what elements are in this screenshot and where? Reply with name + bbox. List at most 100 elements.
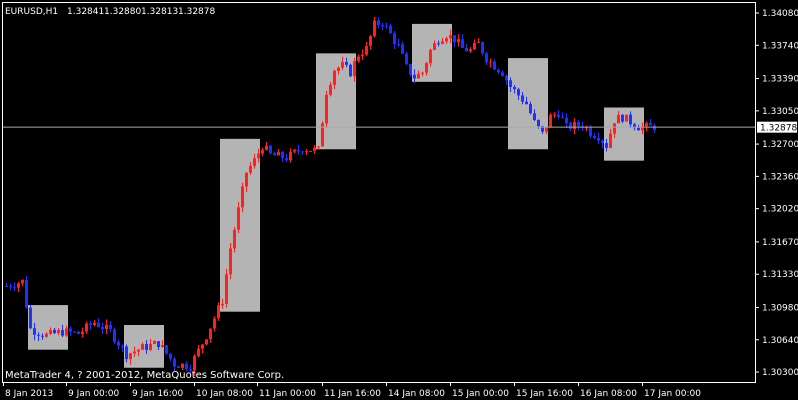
candle-body xyxy=(85,323,88,332)
candle-body xyxy=(589,127,592,137)
candle-body xyxy=(269,145,272,154)
copyright-text: MetaTrader 4, ? 2001-2012, MetaQuotes So… xyxy=(5,370,284,381)
candle-body xyxy=(425,63,428,73)
candle-body xyxy=(237,207,240,230)
candle-body xyxy=(309,150,312,152)
candle-body xyxy=(333,70,336,85)
candle-body xyxy=(317,146,320,148)
candle-body xyxy=(9,286,12,288)
close-value: 1.32878 xyxy=(178,7,215,17)
y-tick-label: 1.33740 xyxy=(762,41,798,51)
candle-body xyxy=(285,158,288,161)
candle-body xyxy=(329,84,332,95)
candle-body xyxy=(489,61,492,63)
candle-body xyxy=(557,114,560,117)
candle-body xyxy=(157,341,160,348)
candle-body xyxy=(61,330,64,336)
x-tick-label: 11 Jan 00:00 xyxy=(259,389,316,399)
candle-body xyxy=(537,120,540,127)
candle-body xyxy=(209,328,212,340)
candle-body xyxy=(501,72,504,77)
candle-body xyxy=(169,353,172,359)
candle-body xyxy=(105,324,108,330)
symbol-label: EURUSD,H1 xyxy=(5,7,58,17)
candle-body xyxy=(361,54,364,57)
candle-body xyxy=(197,348,200,356)
candle-body xyxy=(401,44,404,54)
candle-body xyxy=(29,307,32,329)
high-value: 1.32880 xyxy=(104,7,141,17)
candle-body xyxy=(445,38,448,42)
candle-body xyxy=(289,151,292,161)
current-price-label: 1.32878 xyxy=(760,124,797,134)
candle-body xyxy=(513,86,516,90)
candle-body xyxy=(297,149,300,152)
candle-body xyxy=(345,62,348,65)
candle-body xyxy=(281,152,284,159)
candle-body xyxy=(101,327,104,330)
symbol-header: EURUSD,H1 1.32841 1.32880 1.32813 1.3287… xyxy=(5,7,215,17)
candle-body xyxy=(577,122,580,127)
candle-body xyxy=(57,330,60,334)
x-tick-label: 16 Jan 08:00 xyxy=(580,389,637,399)
candle-body xyxy=(381,24,384,26)
candle-body xyxy=(493,61,496,70)
candle-body xyxy=(377,20,380,25)
candle-body xyxy=(609,133,612,148)
candle-body xyxy=(349,64,352,77)
candle-body xyxy=(421,72,424,74)
candle-body xyxy=(613,123,616,134)
candle-body xyxy=(21,279,24,284)
candle-body xyxy=(133,351,136,354)
x-tick-label: 9 Jan 00:00 xyxy=(68,389,120,399)
y-tick-label: 1.31330 xyxy=(762,270,798,280)
candle-body xyxy=(97,322,100,328)
candle-body xyxy=(201,344,204,349)
candle-body xyxy=(25,279,28,308)
candle-body xyxy=(301,151,304,153)
candle-body xyxy=(149,343,152,350)
y-tick-label: 1.30980 xyxy=(762,303,798,313)
candle-body xyxy=(597,137,600,141)
candle-body xyxy=(49,329,52,334)
low-value: 1.32813 xyxy=(141,7,178,17)
candle-body xyxy=(413,74,416,79)
candle-body xyxy=(249,165,252,173)
candle-body xyxy=(605,143,608,148)
candle-body xyxy=(545,127,548,132)
chart-background xyxy=(0,0,798,400)
candle-body xyxy=(469,49,472,52)
candle-body xyxy=(229,248,232,275)
candle-body xyxy=(357,56,360,62)
candle-body xyxy=(33,328,36,335)
candle-body xyxy=(129,353,132,360)
candle-body xyxy=(365,45,368,55)
candle-body xyxy=(409,63,412,75)
candle-body xyxy=(457,39,460,43)
candle-body xyxy=(65,328,68,336)
candle-body xyxy=(41,335,44,337)
candle-body xyxy=(521,95,524,102)
y-tick-label: 1.33050 xyxy=(762,107,798,117)
candle-body xyxy=(265,145,268,150)
candle-body xyxy=(505,76,508,81)
candle-body xyxy=(277,152,280,156)
price-chart[interactable]: 1.34080 1.33740 1.33390 1.33050 1.32700 1.323… xyxy=(0,0,798,400)
candle-body xyxy=(253,158,256,166)
candle-body xyxy=(5,286,8,288)
y-tick-label: 1.32020 xyxy=(762,205,798,215)
candle-body xyxy=(45,333,48,337)
candle-body xyxy=(145,344,148,350)
candle-body xyxy=(213,318,216,329)
candle-body xyxy=(273,153,276,156)
candle-body xyxy=(593,136,596,138)
x-tick-label: 15 Jan 00:00 xyxy=(452,389,509,399)
candle-body xyxy=(373,20,376,36)
candle-body xyxy=(649,123,652,126)
candle-body xyxy=(161,345,164,348)
x-tick-label: 10 Jan 08:00 xyxy=(196,389,253,399)
candle-body xyxy=(441,41,444,44)
candle-body xyxy=(293,149,296,152)
candle-body xyxy=(125,346,128,360)
candle-body xyxy=(509,80,512,87)
